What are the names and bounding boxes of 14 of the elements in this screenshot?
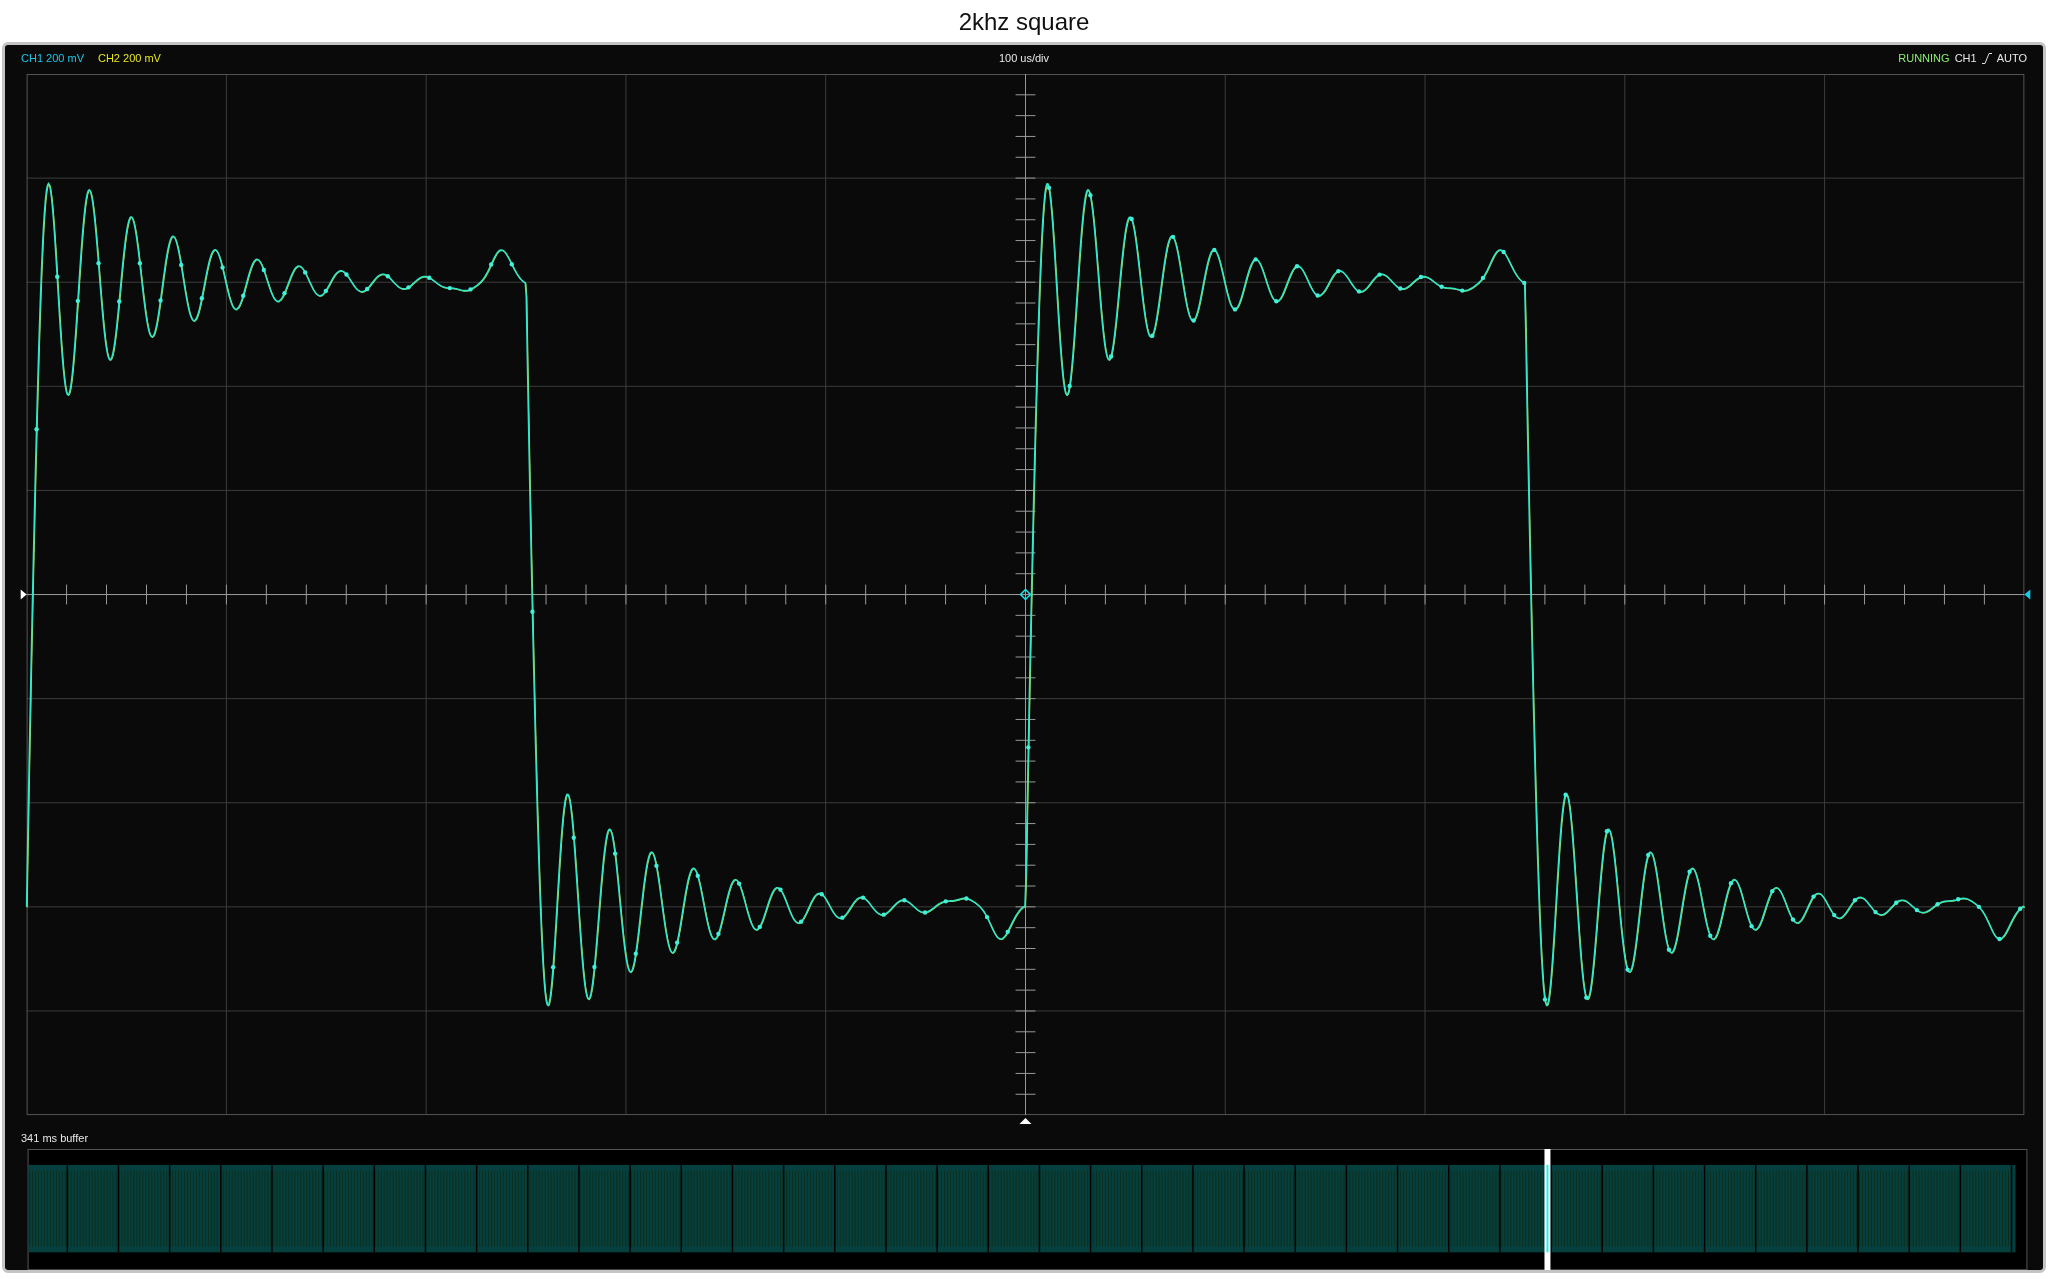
channel-label[interactable]: CH2 200 mV [98,52,161,65]
trigger-level-icon[interactable] [2024,589,2031,600]
channel-label[interactable]: CH1 200 mV [21,52,84,65]
trigger-point-icon [1019,588,1032,601]
trigger-mode-label[interactable]: AUTO [1996,52,2027,65]
buffer-label: 341 ms buffer [21,1130,89,1146]
timebase-label: 100 us/div [998,52,1050,65]
rising-edge-icon [1981,52,1992,64]
window-title: 2khz square [957,7,1091,37]
buffer-position-marker[interactable] [1544,1148,1551,1270]
run-state-label[interactable]: RUNNING [1898,52,1950,65]
trigger-position-icon[interactable] [1019,1117,1032,1124]
trigger-source-label[interactable]: CH1 [1954,52,1977,65]
ground-marker-icon[interactable] [20,589,27,600]
